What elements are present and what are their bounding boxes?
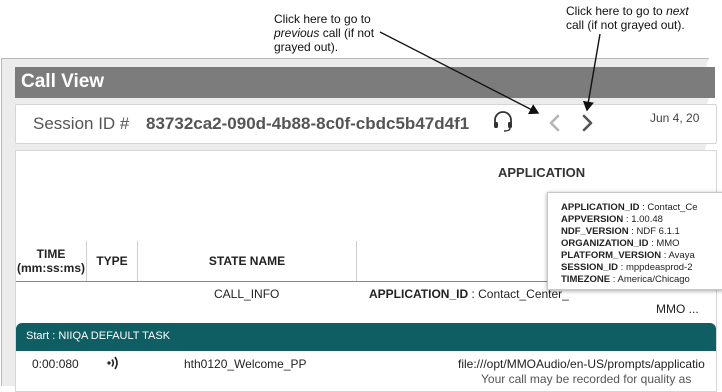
callout-emphasis: next: [666, 4, 689, 18]
prompt-path-cell: file:///opt/MMOAudio/en-US/prompts/appli…: [458, 357, 705, 371]
tooltip-line: APPLICATION_ID : Contact_Ce: [561, 202, 698, 213]
time-cell: 0:00:080: [32, 357, 79, 371]
task-group-header: Start : NIIQA DEFAULT TASK: [16, 323, 716, 351]
tooltip-key: APPLICATION_ID: [561, 202, 640, 213]
page-header: Call View: [15, 67, 715, 98]
callout-line: Click here to go to: [274, 12, 371, 26]
application-cell: APPLICATION_ID : Contact_Center_: [369, 287, 569, 301]
application-tooltip: APPLICATION_ID : Contact_Ce APPVERSION :…: [547, 192, 722, 290]
tooltip-value: : 1.00.48: [623, 214, 663, 225]
time-header-unit: (mm:ss:ms): [16, 261, 85, 275]
state-name-cell: hth0120_Welcome_PP: [184, 357, 307, 371]
application-key: APPLICATION_ID: [369, 287, 469, 301]
session-id: 83732ca2-090d-4b88-8c0f-cbdc5b47d4f1: [146, 114, 470, 133]
tooltip-value: : Contact_Ce: [639, 202, 698, 213]
state-name-column-header: STATE NAME: [208, 254, 286, 268]
tooltip-value: : Avaya: [661, 250, 695, 261]
callout-emphasis: previous: [274, 26, 320, 40]
callout-line: grayed out).: [274, 40, 339, 54]
tooltip-key: TIMEZONE: [561, 274, 611, 285]
session-label: Session ID #: [33, 114, 130, 133]
chevron-right-icon[interactable]: [576, 112, 598, 134]
callout-line: Click here to go to: [566, 4, 667, 18]
state-name-cell: CALL_INFO: [214, 287, 280, 301]
tooltip-line: TIMEZONE : America/Chicago: [561, 274, 690, 285]
tooltip-value: : mppdeasprod-2: [618, 262, 693, 273]
tooltip-key: APPVERSION: [561, 214, 624, 225]
tooltip-line: PLATFORM_VERSION : Avaya: [561, 250, 695, 261]
previous-call-callout: Click here to go to previous call (if no…: [274, 12, 374, 54]
call-date: Jun 4, 20: [650, 111, 700, 125]
time-column-header: TIME (mm:ss:ms): [16, 241, 86, 281]
callout-line: call (if not: [319, 26, 375, 40]
tooltip-key: NDF_VERSION: [561, 226, 629, 237]
tooltip-line: NDF_VERSION : NDF 6.1.1: [561, 226, 680, 237]
column-divider: [356, 241, 357, 281]
audio-icon: [107, 356, 118, 370]
tooltip-value: : America/Chicago: [610, 274, 690, 285]
tooltip-line: SESSION_ID : mppdeasprod-2: [561, 262, 693, 273]
callout-line: call (if not grayed out).: [566, 18, 685, 32]
session-bar: Session ID # 83732ca2-090d-4b88-8c0f-cbd…: [15, 104, 717, 144]
tooltip-key: SESSION_ID: [561, 262, 619, 273]
tooltip-key: PLATFORM_VERSION: [561, 250, 662, 261]
tooltip-key: ORGANIZATION_ID: [561, 238, 649, 249]
page-title: Call View: [21, 71, 105, 92]
tooltip-value: : NDF 6.1.1: [628, 226, 680, 237]
application-column-header: APPLICATION: [498, 165, 586, 180]
prompt-text-cell: Your call may be recorded for quality as: [481, 372, 692, 386]
headset-icon[interactable]: [492, 110, 514, 134]
tooltip-value: : MMO: [648, 238, 680, 249]
next-call-callout: Click here to go to next call (if not gr…: [566, 4, 689, 32]
tooltip-line: ORGANIZATION_ID : MMO: [561, 238, 680, 249]
more-link[interactable]: MMO ...: [656, 302, 699, 316]
type-column-header: TYPE: [96, 254, 128, 268]
chevron-left-icon[interactable]: [544, 112, 566, 134]
time-header-label: TIME: [36, 247, 66, 261]
tooltip-line: APPVERSION : 1.00.48: [561, 214, 663, 225]
task-group-label: Start : NIIQA DEFAULT TASK: [26, 330, 171, 342]
